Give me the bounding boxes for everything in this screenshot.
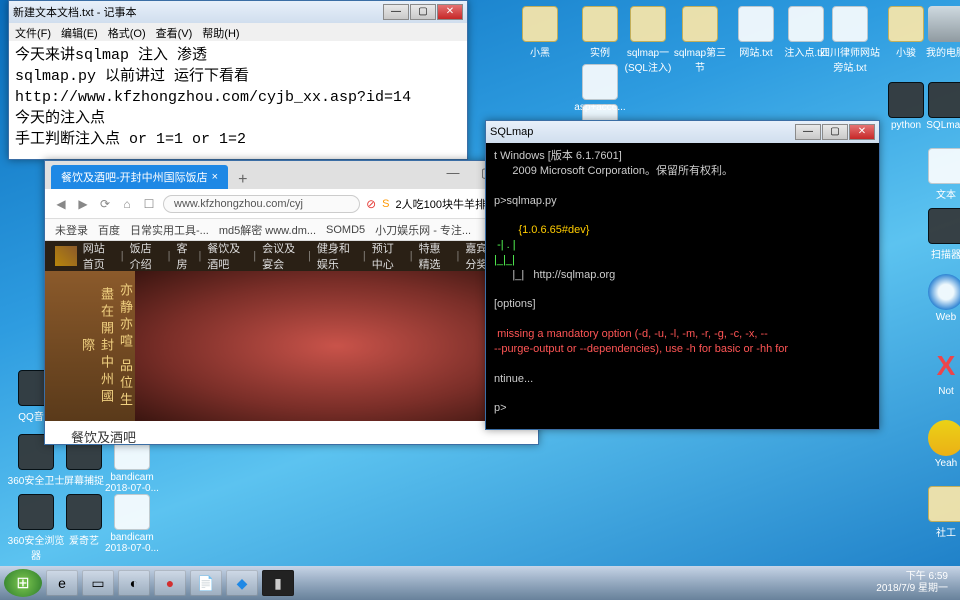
tab-title: 餐饮及酒吧-开封中州国际饭店 (61, 169, 208, 185)
console-title: SQLmap (490, 126, 795, 138)
home-icon[interactable]: ⌂ (119, 197, 135, 211)
nav-link[interactable]: 饭店介绍 (130, 241, 162, 272)
section-title: 餐饮及酒吧 (45, 421, 538, 444)
desktop-icon[interactable]: 小黑 (510, 6, 570, 59)
desktop-icon[interactable]: 文本 (916, 148, 960, 201)
console-titlebar[interactable]: SQLmap — ▢ ✕ (486, 121, 879, 143)
taskbar-explorer-icon[interactable]: ▭ (82, 570, 114, 596)
taskbar-cmd-icon[interactable]: ▮ (262, 570, 294, 596)
back-icon[interactable]: ◀ (53, 197, 69, 211)
nav-link[interactable]: 网站首页 (83, 241, 115, 272)
icon-label: Not (916, 386, 960, 397)
minimize-button[interactable]: — (383, 4, 409, 20)
icon-label: 小黑 (510, 44, 570, 59)
vertical-banner: 亦静亦喧 品位生 盡在開封中州國際 (45, 271, 135, 421)
reload-icon[interactable]: ⟳ (97, 197, 113, 211)
nav-link[interactable]: 预订中心 (372, 241, 404, 272)
start-button[interactable]: ⊞ (4, 569, 42, 597)
nav-link[interactable]: 餐饮及酒吧 (207, 241, 247, 272)
icon-label: 我的电脑 (916, 44, 960, 59)
icon-label: 扫描器 (916, 246, 960, 261)
site-logo[interactable] (55, 246, 77, 266)
maximize-button[interactable]: ▢ (410, 4, 436, 20)
minimize-button[interactable]: — (436, 165, 470, 185)
menu-item[interactable]: 帮助(H) (202, 25, 239, 39)
icon-label: bandicam 2018-07-0... (102, 532, 162, 554)
desktop-icon[interactable]: 四川律师网站旁站.txt (820, 6, 880, 74)
desktop-icon[interactable]: 社工 (916, 486, 960, 539)
notepad-menubar: 文件(F) 编辑(E) 格式(O) 查看(V) 帮助(H) (9, 23, 467, 41)
icon-label: 文本 (916, 186, 960, 201)
bookmark-item[interactable]: md5解密 www.dm... (219, 222, 316, 238)
search-hint: 2人吃100块牛羊排 (396, 196, 486, 212)
notepad-window: 新建文本文档.txt - 记事本 — ▢ ✕ 文件(F) 编辑(E) 格式(O) 查看… (8, 0, 468, 160)
desktop-icon[interactable]: 我的电脑 (916, 6, 960, 59)
bookmark-item[interactable]: 小刀娱乐网 - 专注... (375, 222, 471, 238)
site-nav: 网站首页|饭店介绍|客房|餐饮及酒吧|会议及宴会|健身和娱乐|预订中心|特惠精选… (45, 241, 538, 271)
bookmark-bar: 未登录百度日常实用工具-... md5解密 www.dm... SOMD5 小刀娱乐网… (45, 219, 538, 241)
minimize-button[interactable]: — (795, 124, 821, 140)
nav-link[interactable]: 特惠精选 (419, 241, 451, 272)
nav-link[interactable]: 客房 (176, 241, 192, 272)
notepad-titlebar[interactable]: 新建文本文档.txt - 记事本 — ▢ ✕ (9, 1, 467, 23)
browser-addressbar: ◀ ▶ ⟳ ⌂ ☐ www.kfzhongzhou.com/cyj ⊘ S 2人… (45, 189, 538, 219)
desktop-icon[interactable]: XNot (916, 348, 960, 397)
close-button[interactable]: ✕ (437, 4, 463, 20)
close-button[interactable]: ✕ (849, 124, 875, 140)
browser-tabbar: 餐饮及酒吧-开封中州国际饭店 × + — ▢ ✕ (45, 161, 538, 189)
url-input[interactable]: www.kfzhongzhou.com/cyj (163, 195, 360, 213)
bookmark-icon[interactable]: ☐ (141, 197, 157, 211)
taskbar: ⊞ e ▭ ◐ ● 📄 ◆ ▮ 下午 6:59 2018/7/9 星期一 (0, 566, 960, 600)
menu-item[interactable]: 编辑(E) (61, 25, 98, 39)
desktop-icon[interactable]: Web (916, 274, 960, 323)
icon-label: Yeah (916, 458, 960, 469)
forward-icon[interactable]: ▶ (75, 197, 91, 211)
bookmark-item[interactable]: 百度 (98, 222, 120, 238)
desktop-icon[interactable]: bandicam 2018-07-0... (102, 494, 162, 554)
console-window: SQLmap — ▢ ✕ t Windows [版本 6.1.7601] 200… (485, 120, 880, 430)
menu-item[interactable]: 文件(F) (15, 25, 51, 39)
system-clock[interactable]: 下午 6:59 2018/7/9 星期一 (876, 571, 956, 595)
icon-label: Web (916, 312, 960, 323)
desktop-icon[interactable]: sqlmap第三节 (670, 6, 730, 74)
menu-item[interactable]: 查看(V) (156, 25, 193, 39)
icon-label: SQLmap (916, 120, 960, 131)
tab-close-icon[interactable]: × (212, 171, 218, 183)
new-tab-button[interactable]: + (228, 171, 257, 189)
notepad-title: 新建文本文档.txt - 记事本 (13, 4, 383, 20)
bookmark-item[interactable]: 未登录 (55, 222, 88, 238)
taskbar-chrome-icon[interactable]: ◐ (118, 570, 150, 596)
bookmark-item[interactable]: SOMD5 (326, 224, 365, 236)
browser-window: 餐饮及酒吧-开封中州国际饭店 × + — ▢ ✕ ◀ ▶ ⟳ ⌂ ☐ www.k… (44, 160, 539, 445)
desktop-icon[interactable]: SQLmap (916, 82, 960, 131)
icon-label: sqlmap第三节 (670, 44, 730, 74)
desktop-icon[interactable]: Yeah (916, 420, 960, 469)
nav-link[interactable]: 健身和娱乐 (317, 241, 357, 272)
desktop-icon[interactable]: 扫描器 (916, 208, 960, 261)
taskbar-ie-icon[interactable]: e (46, 570, 78, 596)
menu-item[interactable]: 格式(O) (108, 25, 146, 39)
icon-label: 四川律师网站旁站.txt (820, 44, 880, 74)
notepad-body[interactable]: 今天来讲sqlmap 注入 渗透 sqlmap.py 以前讲过 运行下看看 ht… (9, 41, 467, 154)
maximize-button[interactable]: ▢ (822, 124, 848, 140)
icon-label: bandicam 2018-07-0... (102, 472, 162, 494)
taskbar-record-icon[interactable]: ● (154, 570, 186, 596)
nav-link[interactable]: 会议及宴会 (262, 241, 302, 272)
bookmark-item[interactable]: 日常实用工具-... (130, 222, 209, 238)
icon-label: 社工 (916, 524, 960, 539)
hero-image (135, 271, 538, 421)
page-content: 网站首页|饭店介绍|客房|餐饮及酒吧|会议及宴会|健身和娱乐|预订中心|特惠精选… (45, 241, 538, 444)
browser-tab[interactable]: 餐饮及酒吧-开封中州国际饭店 × (51, 165, 228, 189)
taskbar-notepad-icon[interactable]: 📄 (190, 570, 222, 596)
desktop: 小黑实例sqlmap一(SQL注入)sqlmap第三节网站.txt注入点.txt… (0, 0, 960, 600)
taskbar-browser-icon[interactable]: ◆ (226, 570, 258, 596)
console-output[interactable]: t Windows [版本 6.1.7601] 2009 Microsoft C… (486, 143, 879, 429)
